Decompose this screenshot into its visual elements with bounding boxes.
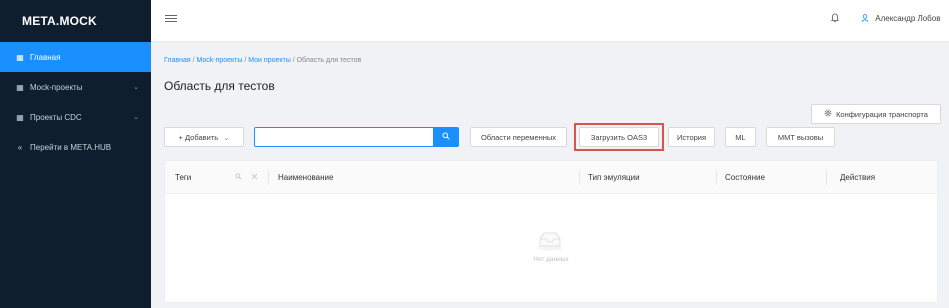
transport-config-button[interactable]: Конфигурация транспорта bbox=[811, 104, 941, 124]
column-header-label: Теги bbox=[175, 173, 192, 182]
sidebar: META.MOCK ▦ Главная ▦ Mock-проекты ⌄ ▦ П… bbox=[0, 0, 151, 308]
grid-icon: ▦ bbox=[16, 82, 24, 92]
grid-icon: ▦ bbox=[16, 52, 24, 62]
table-header: Теги Наименование Тип эмуляции Состояние bbox=[165, 161, 937, 194]
search-input[interactable] bbox=[254, 127, 434, 147]
user-icon bbox=[861, 14, 871, 23]
main-content: Главная / Mock-проекты / Мои проекты / О… bbox=[151, 42, 949, 308]
breadcrumb-home[interactable]: Главная bbox=[164, 57, 191, 64]
bell-icon[interactable] bbox=[831, 13, 839, 25]
transport-config-label: Конфигурация транспорта bbox=[836, 109, 928, 119]
chevron-down-icon: ⌄ bbox=[133, 114, 139, 121]
projects-table: Теги Наименование Тип эмуляции Состояние bbox=[164, 160, 938, 303]
variable-areas-label: Области переменных bbox=[480, 132, 557, 142]
sidebar-item-label: Mock-проекты bbox=[30, 82, 83, 92]
variable-areas-button[interactable]: Области переменных bbox=[470, 127, 567, 147]
column-divider bbox=[268, 170, 269, 185]
upload-oas3-label: Загрузить OAS3 bbox=[590, 132, 648, 142]
sidebar-item-cdc-projects[interactable]: ▦ Проекты CDC ⌄ bbox=[0, 102, 151, 132]
column-header-actions[interactable]: Действия bbox=[840, 161, 875, 194]
breadcrumb: Главная / Mock-проекты / Мои проекты / О… bbox=[164, 57, 361, 64]
sidebar-item-home[interactable]: ▦ Главная bbox=[0, 42, 151, 72]
column-header-state[interactable]: Состояние bbox=[725, 161, 765, 194]
column-divider bbox=[826, 170, 827, 185]
history-button[interactable]: История bbox=[668, 127, 715, 147]
search-icon[interactable] bbox=[235, 173, 242, 182]
top-bar: Александр Лобов bbox=[151, 0, 949, 42]
add-dropdown-button[interactable]: + Добавить ⌄ bbox=[164, 127, 244, 147]
history-label: История bbox=[676, 132, 707, 142]
sidebar-item-label: Проекты CDC bbox=[30, 112, 82, 122]
empty-inbox-icon bbox=[535, 231, 565, 251]
sidebar-item-meta-hub[interactable]: « Перейти в META.HUB bbox=[0, 132, 151, 162]
search-button[interactable] bbox=[433, 127, 459, 147]
sidebar-item-label: Главная bbox=[30, 52, 61, 62]
column-header-label: Тип эмуляции bbox=[588, 173, 640, 182]
chevron-down-icon: ⌄ bbox=[133, 84, 139, 91]
search-group bbox=[254, 127, 459, 147]
column-header-label: Действия bbox=[840, 173, 876, 182]
search-icon bbox=[442, 132, 450, 142]
app-logo[interactable]: META.MOCK bbox=[0, 0, 151, 42]
column-header-tags[interactable]: Теги bbox=[175, 161, 191, 194]
breadcrumb-mock-projects[interactable]: Mock-проекты bbox=[197, 57, 243, 64]
chevron-down-icon: ⌄ bbox=[223, 132, 230, 142]
mmt-calls-button[interactable]: MMT вызовы bbox=[766, 127, 835, 147]
user-name: Александр Лобов bbox=[875, 14, 941, 23]
sidebar-item-label: Перейти в META.HUB bbox=[30, 142, 112, 152]
column-divider bbox=[716, 170, 717, 185]
empty-text: Нет данных bbox=[533, 256, 569, 263]
column-header-label: Наименование bbox=[278, 173, 334, 182]
breadcrumb-my-projects[interactable]: Мои проекты bbox=[248, 57, 291, 64]
gear-icon bbox=[824, 109, 832, 119]
column-divider bbox=[579, 170, 580, 185]
upload-oas3-button[interactable]: Загрузить OAS3 bbox=[579, 127, 659, 147]
double-chevron-left-icon: « bbox=[17, 142, 23, 152]
empty-state: Нет данных bbox=[165, 194, 937, 304]
breadcrumb-current: Область для тестов bbox=[296, 57, 362, 64]
menu-toggle-icon[interactable] bbox=[165, 13, 177, 25]
close-icon[interactable] bbox=[251, 173, 258, 182]
column-header-emulation-type[interactable]: Тип эмуляции bbox=[588, 161, 640, 194]
ml-label: ML bbox=[735, 132, 746, 142]
page-title: Область для тестов bbox=[164, 79, 275, 93]
user-menu[interactable]: Александр Лобов bbox=[861, 14, 940, 23]
sidebar-item-mock-projects[interactable]: ▦ Mock-проекты ⌄ bbox=[0, 72, 151, 102]
grid-icon: ▦ bbox=[16, 112, 24, 122]
column-header-name[interactable]: Наименование bbox=[278, 161, 333, 194]
add-label: + Добавить bbox=[178, 132, 219, 142]
mmt-calls-label: MMT вызовы bbox=[777, 132, 824, 142]
ml-button[interactable]: ML bbox=[725, 127, 756, 147]
column-header-label: Состояние bbox=[725, 173, 765, 182]
